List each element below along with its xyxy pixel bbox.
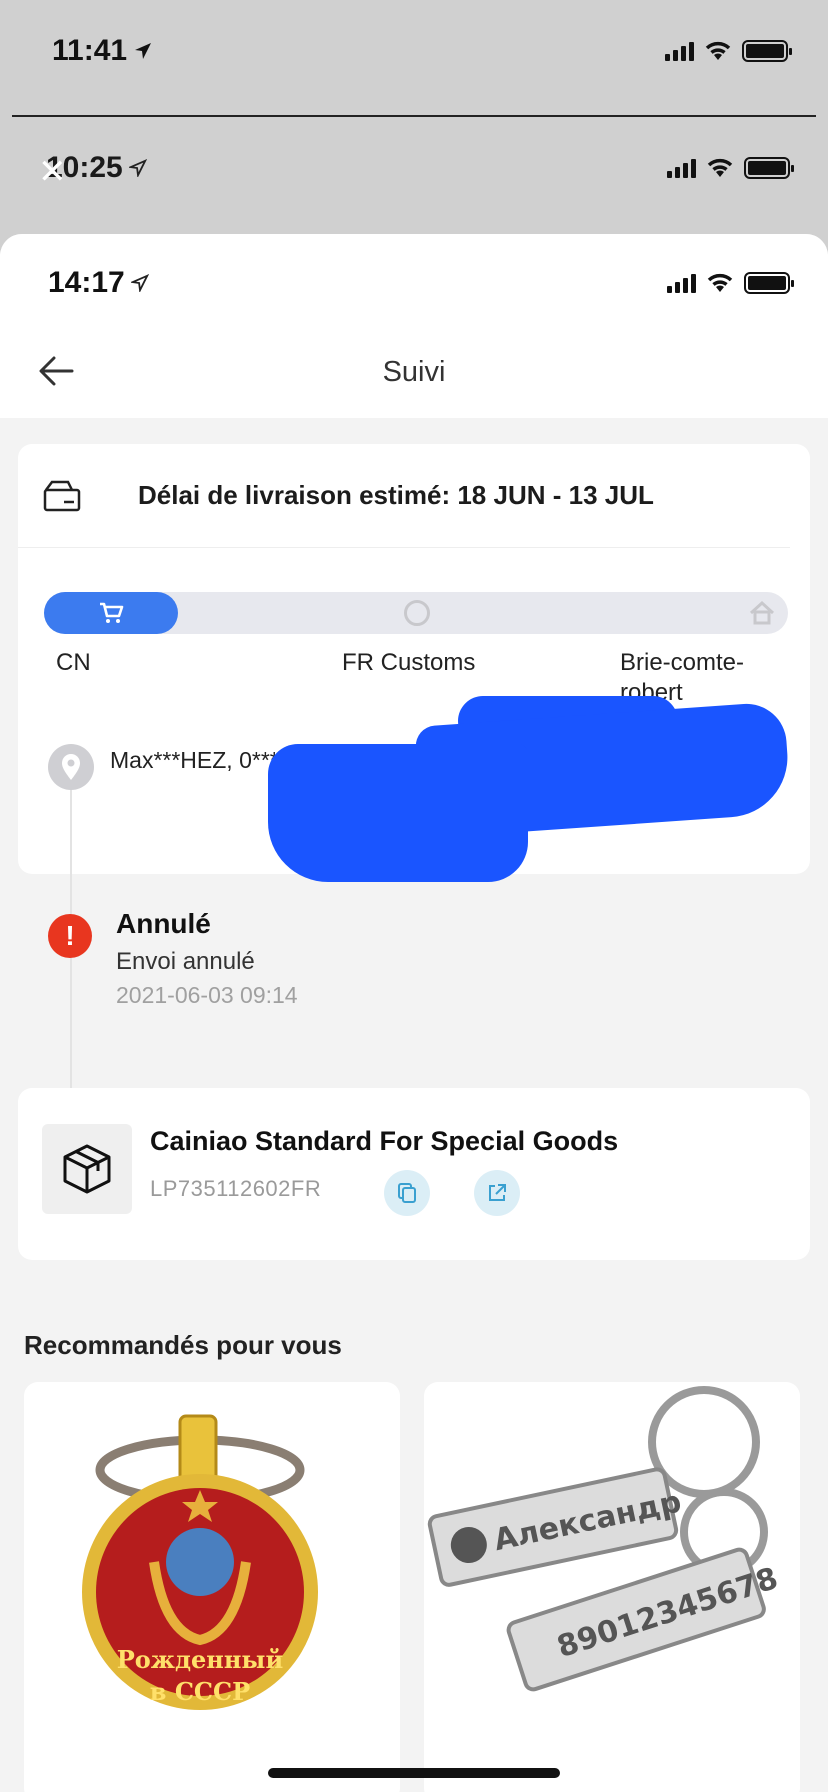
location-arrow-icon [135, 43, 152, 59]
copy-button[interactable] [384, 1170, 430, 1216]
cart-icon [99, 602, 124, 623]
carrier-name: Cainiao Standard For Special Goods [150, 1126, 619, 1156]
recommended-heading: Recommandés pour vous [24, 1330, 342, 1360]
carrier-card: Cainiao Standard For Special Goods LP735… [18, 1088, 810, 1260]
divider [12, 115, 816, 117]
sheet-header: 14:17 Suivi [0, 234, 828, 418]
close-icon[interactable]: ✕ [38, 155, 67, 189]
location-arrow-icon [128, 159, 147, 177]
tracking-number: LP735112602FR [150, 1176, 322, 1201]
stage-customs: FR Customs [342, 649, 476, 676]
wifi-icon [705, 41, 731, 60]
signal-icon [665, 41, 694, 61]
delivery-estimate-row: Délai de livraison estimé: 18 JUN - 13 J… [18, 444, 790, 548]
package-icon [42, 1124, 132, 1214]
signal-icon [667, 158, 696, 178]
wifi-icon [707, 273, 733, 292]
delivery-estimate: Délai de livraison estimé: 18 JUN - 13 J… [138, 480, 654, 510]
badge-text-line1: Рожденный [117, 1645, 284, 1674]
signal-icon [667, 273, 696, 293]
wifi-icon [707, 158, 733, 177]
product-card[interactable]: Александр 89012345678 [424, 1382, 800, 1792]
event-timestamp: 2021-06-03 09:14 [116, 982, 298, 1008]
redaction-mark [268, 744, 528, 882]
badge-text-line2: в СССР [150, 1677, 250, 1706]
battery-icon [742, 40, 792, 62]
customs-stage-icon [404, 600, 430, 626]
event-title: Annulé [116, 908, 211, 939]
open-external-button[interactable] [474, 1170, 520, 1216]
status-time: 11:41 [52, 34, 153, 68]
location-arrow-icon [130, 274, 149, 292]
home-indicator [268, 1768, 560, 1778]
status-bar-inner: 14:17 [0, 258, 828, 308]
keychain-image: Александр 89012345678 [427, 1386, 782, 1692]
event-subtitle: Envoi annulé [116, 948, 255, 975]
alert-icon: ! [48, 914, 92, 958]
status-time: 14:17 [48, 266, 149, 300]
battery-icon [744, 157, 794, 179]
delivery-card: Délai de livraison estimé: 18 JUN - 13 J… [18, 444, 810, 1138]
delivery-box-icon [43, 480, 81, 511]
location-pin-icon [48, 744, 94, 790]
external-link-icon [489, 1184, 506, 1201]
copy-icon [398, 1183, 416, 1203]
stage-origin: CN [56, 649, 91, 676]
shipment-progress-bar [44, 592, 788, 634]
progress-fill [44, 592, 178, 634]
keychain-image: Рожденный в СССР [82, 1414, 318, 1710]
home-icon [749, 600, 775, 625]
battery-icon [744, 272, 794, 294]
product-card[interactable]: Рожденный в СССР [24, 1382, 400, 1792]
status-bar-secondary: 10:25 [0, 142, 828, 194]
page-title: Suivi [382, 356, 446, 388]
tracking-sheet: 14:17 Suivi Délai de livraison estimé: 1… [0, 234, 828, 1792]
status-bar: 11:41 [0, 26, 828, 76]
